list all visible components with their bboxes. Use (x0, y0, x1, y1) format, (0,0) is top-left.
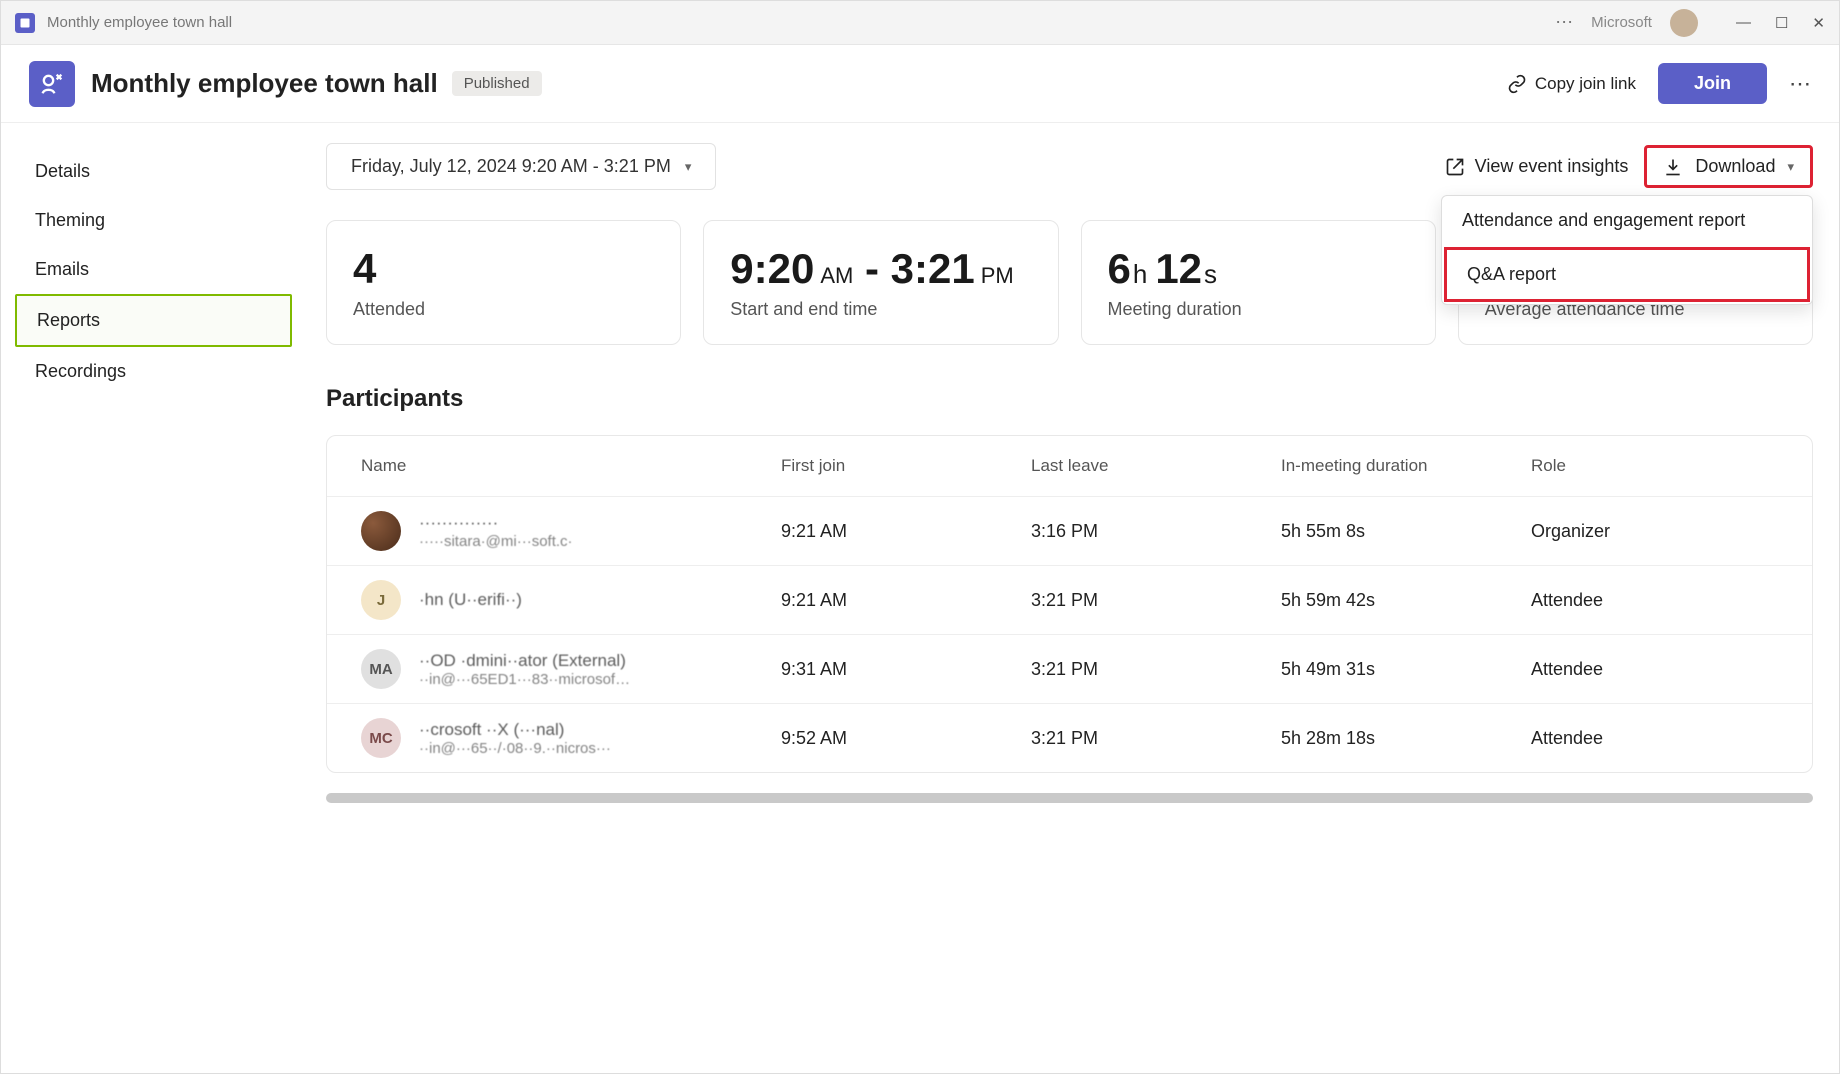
download-menu: Attendance and engagement report Q&A rep… (1441, 195, 1813, 305)
stat-time-value: 9:20AM - 3:21PM (730, 245, 1031, 293)
sidebar-item-details[interactable]: Details (15, 147, 292, 196)
date-range-selector[interactable]: Friday, July 12, 2024 9:20 AM - 3:21 PM … (326, 143, 716, 190)
content-area: Friday, July 12, 2024 9:20 AM - 3:21 PM … (306, 123, 1839, 1073)
table-row[interactable]: J ·hn (U··erifi··) 9:21 AM 3:21 PM 5h 59… (327, 565, 1812, 634)
stat-card-time: 9:20AM - 3:21PM Start and end time (703, 220, 1058, 345)
download-button[interactable]: Download ▾ (1644, 145, 1813, 188)
cell-role: Attendee (1531, 659, 1778, 680)
cell-role: Attendee (1531, 590, 1778, 611)
cell-role: Attendee (1531, 728, 1778, 749)
date-range-label: Friday, July 12, 2024 9:20 AM - 3:21 PM (351, 156, 671, 177)
window-titlebar: Monthly employee town hall ⋯ Microsoft —… (1, 1, 1839, 45)
participant-name: ··crosoft ··X (···nal) (419, 720, 611, 740)
toolbar: Friday, July 12, 2024 9:20 AM - 3:21 PM … (326, 143, 1813, 190)
cell-duration: 5h 55m 8s (1281, 521, 1531, 542)
avatar (361, 511, 401, 551)
copy-join-link-label: Copy join link (1535, 74, 1636, 94)
col-duration: In-meeting duration (1281, 456, 1531, 476)
col-role: Role (1531, 456, 1778, 476)
copy-join-link-button[interactable]: Copy join link (1507, 74, 1636, 94)
participant-name: ··OD ·dmini··ator (External) (419, 651, 630, 671)
col-name: Name (361, 456, 781, 476)
participant-email: ·····sitara·@mi···soft.c· (419, 533, 573, 550)
townhall-icon (29, 61, 75, 107)
stat-attended-value: 4 (353, 245, 654, 293)
cell-first-join: 9:31 AM (781, 659, 1031, 680)
view-event-insights-label: View event insights (1475, 156, 1629, 177)
link-icon (1507, 74, 1527, 94)
titlebar-more-icon[interactable]: ⋯ (1555, 12, 1573, 33)
sidebar: Details Theming Emails Reports Recording… (1, 123, 306, 1073)
sidebar-item-reports[interactable]: Reports (15, 294, 292, 347)
brand-label: Microsoft (1591, 14, 1652, 31)
stat-duration-label: Meeting duration (1108, 299, 1409, 320)
download-label: Download (1695, 156, 1775, 177)
user-avatar[interactable] (1670, 9, 1698, 37)
status-badge: Published (452, 71, 542, 96)
cell-last-leave: 3:16 PM (1031, 521, 1281, 542)
chevron-down-icon: ▾ (685, 159, 692, 175)
sidebar-item-emails[interactable]: Emails (15, 245, 292, 294)
table-row[interactable]: MA ··OD ·dmini··ator (External)··in@···6… (327, 634, 1812, 703)
sidebar-item-theming[interactable]: Theming (15, 196, 292, 245)
window-minimize-button[interactable]: — (1736, 14, 1751, 32)
header-more-button[interactable]: ⋯ (1789, 71, 1811, 97)
view-event-insights-button[interactable]: View event insights (1445, 156, 1629, 177)
window-maximize-button[interactable]: ☐ (1775, 14, 1788, 32)
cell-role: Organizer (1531, 521, 1778, 542)
participant-email: ··in@···65··/·08··9.··nicros··· (419, 740, 611, 757)
participants-heading: Participants (326, 385, 1813, 413)
window-title: Monthly employee town hall (47, 14, 232, 31)
cell-first-join: 9:21 AM (781, 521, 1031, 542)
stat-duration-value: 6h12s (1108, 245, 1409, 293)
download-icon (1663, 157, 1683, 177)
window-close-button[interactable]: ✕ (1812, 14, 1825, 32)
menu-item-attendance-report[interactable]: Attendance and engagement report (1442, 196, 1812, 245)
cell-first-join: 9:21 AM (781, 590, 1031, 611)
cell-duration: 5h 59m 42s (1281, 590, 1531, 611)
external-link-icon (1445, 157, 1465, 177)
participant-name: ·············· (419, 513, 573, 533)
join-button[interactable]: Join (1658, 63, 1767, 104)
page-header: Monthly employee town hall Published Cop… (1, 45, 1839, 123)
participant-email: ··in@···65ED1···83··microsof… (419, 671, 630, 688)
table-header: Name First join Last leave In-meeting du… (327, 436, 1812, 496)
cell-first-join: 9:52 AM (781, 728, 1031, 749)
stat-attended-label: Attended (353, 299, 654, 320)
col-last-leave: Last leave (1031, 456, 1281, 476)
stat-card-duration: 6h12s Meeting duration (1081, 220, 1436, 345)
table-row[interactable]: ···················sitara·@mi···soft.c· … (327, 496, 1812, 565)
avatar: MC (361, 718, 401, 758)
avatar: J (361, 580, 401, 620)
participant-name: ·hn (U··erifi··) (419, 590, 522, 610)
cell-last-leave: 3:21 PM (1031, 659, 1281, 680)
avatar: MA (361, 649, 401, 689)
teams-icon (15, 13, 35, 33)
chevron-down-icon: ▾ (1787, 159, 1794, 175)
table-row[interactable]: MC ··crosoft ··X (···nal)··in@···65··/·0… (327, 703, 1812, 772)
page-title: Monthly employee town hall (91, 68, 438, 99)
stat-time-label: Start and end time (730, 299, 1031, 320)
participants-table: Name First join Last leave In-meeting du… (326, 435, 1813, 773)
cell-duration: 5h 49m 31s (1281, 659, 1531, 680)
cell-last-leave: 3:21 PM (1031, 728, 1281, 749)
stat-card-attended: 4 Attended (326, 220, 681, 345)
cell-duration: 5h 28m 18s (1281, 728, 1531, 749)
horizontal-scrollbar[interactable] (326, 793, 1813, 803)
sidebar-item-recordings[interactable]: Recordings (15, 347, 292, 396)
col-first-join: First join (781, 456, 1031, 476)
menu-item-qa-report[interactable]: Q&A report (1444, 247, 1810, 302)
cell-last-leave: 3:21 PM (1031, 590, 1281, 611)
